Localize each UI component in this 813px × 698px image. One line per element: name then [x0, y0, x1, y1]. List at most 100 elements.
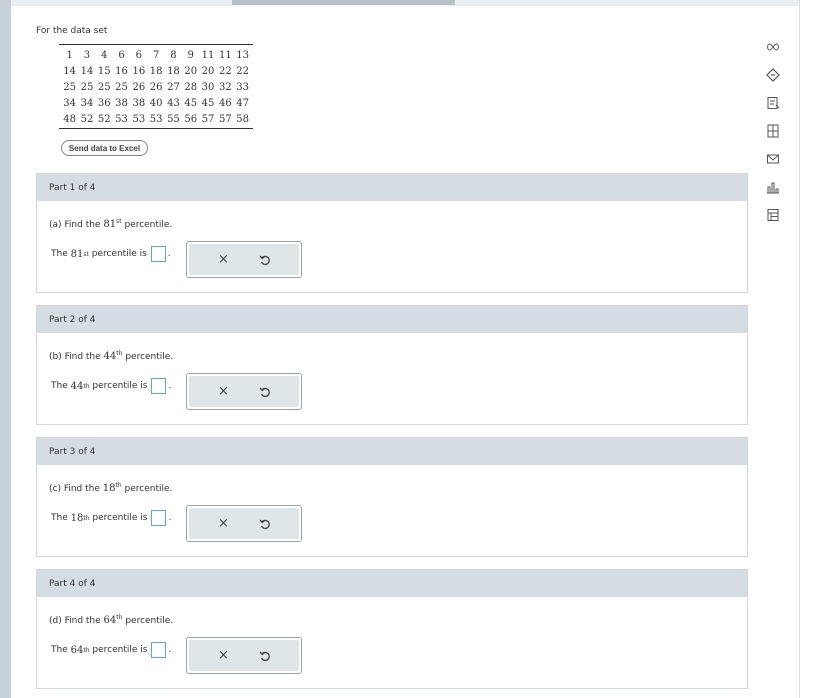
answer-tools-inner: × — [189, 244, 299, 275]
data-cell: 34 — [63, 97, 77, 109]
eraser-icon[interactable] — [764, 66, 782, 84]
data-cell: 3 — [83, 49, 91, 61]
chart-icon[interactable] — [764, 178, 782, 196]
undo-icon[interactable] — [255, 514, 275, 534]
part-title: Part 4 of 4 — [49, 578, 96, 589]
data-cell: 16 — [115, 65, 128, 77]
answer-line: The 18th percentile is. — [51, 510, 171, 526]
intro-text: For the data set — [36, 26, 108, 36]
data-cell: 53 — [115, 113, 128, 125]
question-prefix: (d) Find the — [49, 616, 101, 626]
answer-line: The 44th percentile is. — [51, 378, 171, 394]
undo-icon[interactable] — [255, 382, 275, 402]
undo-icon[interactable] — [255, 250, 275, 270]
data-cell: 1 — [66, 49, 73, 61]
data-cell: 52 — [80, 113, 94, 125]
infinity-icon[interactable] — [764, 38, 782, 56]
part-header: Part 4 of 4 — [37, 570, 747, 597]
answer-tools: × — [186, 373, 302, 410]
question-prefix: (c) Find the — [49, 484, 100, 494]
question-suffix: percentile. — [124, 220, 173, 230]
part-title: Part 1 of 4 — [49, 182, 96, 193]
x-icon[interactable]: × — [214, 382, 234, 402]
ordinal-suffix: th — [116, 350, 123, 357]
question-text: (c) Find the 18th percentile. — [49, 482, 172, 494]
mail-icon[interactable] — [764, 150, 782, 168]
data-cell: 32 — [218, 81, 232, 93]
answer-tools-inner: × — [189, 508, 299, 539]
data-cell: 25 — [97, 81, 111, 93]
send-to-excel-button[interactable]: Send data to Excel — [61, 140, 148, 156]
question-suffix: percentile. — [125, 352, 174, 362]
ordinal-suffix: st — [116, 218, 122, 225]
undo-icon[interactable] — [255, 646, 275, 666]
percentile-number: 64 — [70, 644, 84, 656]
top-scrollbar-thumb[interactable] — [232, 0, 455, 5]
data-cell: 25 — [115, 81, 128, 93]
part-title: Part 2 of 4 — [49, 314, 96, 325]
percentile-number: 44 — [103, 351, 117, 362]
data-row: 34 34 36 38 38 40 43 45 45 46 47 — [61, 95, 251, 111]
answer-period: . — [167, 249, 171, 259]
ordinal-suffix: th — [83, 382, 90, 390]
data-cell: 22 — [236, 65, 249, 77]
data-cell: 25 — [63, 81, 77, 93]
data-cell: 8 — [170, 49, 177, 61]
data-cell: 14 — [63, 65, 77, 77]
answer-input[interactable] — [150, 246, 166, 262]
data-cell: 7 — [152, 49, 160, 61]
data-cell: 27 — [167, 81, 180, 93]
percentile-number: 18 — [102, 483, 116, 494]
part-4-panel: Part 4 of 4 (d) Find the 64th percentile.… — [36, 569, 748, 689]
answer-tools-inner: × — [189, 376, 299, 407]
data-cell: 38 — [132, 97, 146, 109]
answer-prefix: The — [51, 645, 68, 655]
question-text: (b) Find the 44th percentile. — [49, 350, 173, 362]
data-cell: 38 — [115, 97, 128, 109]
data-set-table: 1 3 4 6 6 7 8 9 11 11 13 14 14 15 16 16 18 18 20 20 22 22 25… — [59, 44, 254, 129]
percentile-number: 18 — [70, 512, 84, 524]
x-icon[interactable]: × — [214, 250, 234, 270]
data-cell: 20 — [184, 65, 198, 77]
data-cell: 43 — [167, 97, 180, 109]
data-cell: 26 — [149, 81, 163, 93]
answer-line: The 81st percentile is. — [51, 246, 171, 262]
data-cell: 57 — [201, 113, 215, 125]
percentile-number: 81 — [70, 248, 84, 260]
data-cell: 18 — [149, 65, 163, 77]
answer-input[interactable] — [151, 642, 167, 658]
data-cell: 11 — [201, 49, 215, 61]
notes-icon[interactable] — [764, 94, 782, 112]
question-suffix: percentile. — [124, 484, 173, 494]
data-cell: 56 — [184, 113, 198, 125]
data-cell: 47 — [236, 97, 249, 109]
ordinal-suffix: th — [116, 614, 123, 621]
part-header: Part 2 of 4 — [37, 306, 747, 333]
x-icon[interactable]: × — [214, 514, 234, 534]
data-cell: 13 — [236, 49, 249, 61]
left-border — [0, 0, 11, 698]
answer-tools: × — [186, 505, 302, 542]
calculator-icon[interactable] — [764, 122, 782, 140]
question-text: (d) Find the 64th percentile. — [49, 614, 173, 626]
answer-input[interactable] — [151, 378, 167, 394]
answer-period: . — [168, 645, 172, 655]
data-cell: 11 — [218, 49, 232, 61]
data-cell: 9 — [187, 49, 194, 61]
table-icon[interactable] — [764, 206, 782, 224]
data-cell: 20 — [201, 65, 215, 77]
percentile-number: 81 — [103, 219, 117, 230]
data-cell: 45 — [184, 97, 198, 109]
answer-period: . — [168, 513, 172, 523]
data-cell: 16 — [132, 65, 146, 77]
data-row: 1 3 4 6 6 7 8 9 11 11 13 — [61, 47, 251, 63]
answer-tools-inner: × — [189, 640, 299, 671]
question-prefix: (b) Find the — [49, 352, 101, 362]
data-cell: 25 — [80, 81, 94, 93]
answer-prefix: The — [51, 249, 68, 259]
data-cell: 57 — [218, 113, 232, 125]
data-cell: 45 — [201, 97, 215, 109]
answer-input[interactable] — [151, 510, 167, 526]
right-edge — [799, 0, 813, 698]
x-icon[interactable]: × — [214, 646, 234, 666]
